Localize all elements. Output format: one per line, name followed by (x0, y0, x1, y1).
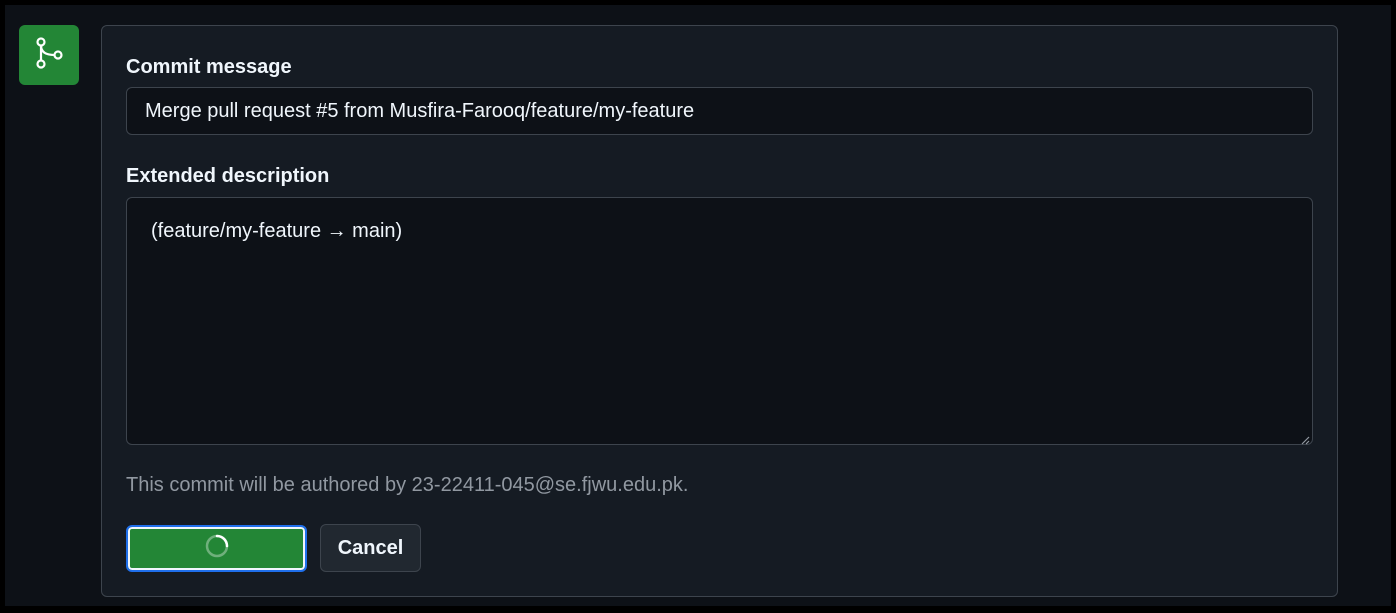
commit-message-label: Commit message (126, 56, 292, 78)
commit-message-input[interactable] (126, 87, 1313, 135)
merge-badge (19, 25, 79, 85)
author-note: This commit will be authored by 23-22411… (126, 474, 689, 496)
git-merge-icon (33, 36, 65, 75)
confirm-merge-button[interactable] (126, 525, 307, 572)
resize-grip-icon[interactable] (1300, 432, 1310, 445)
merge-form-frame: Commit message Extended description (fea… (5, 5, 1391, 606)
extended-description-textarea[interactable]: (feature/my-feature → main) (126, 197, 1313, 445)
cancel-button[interactable]: Cancel (320, 524, 421, 572)
extended-description-label: Extended description (126, 165, 330, 187)
spinner-icon (204, 533, 230, 564)
merge-commit-panel: Commit message Extended description (fea… (101, 25, 1338, 597)
